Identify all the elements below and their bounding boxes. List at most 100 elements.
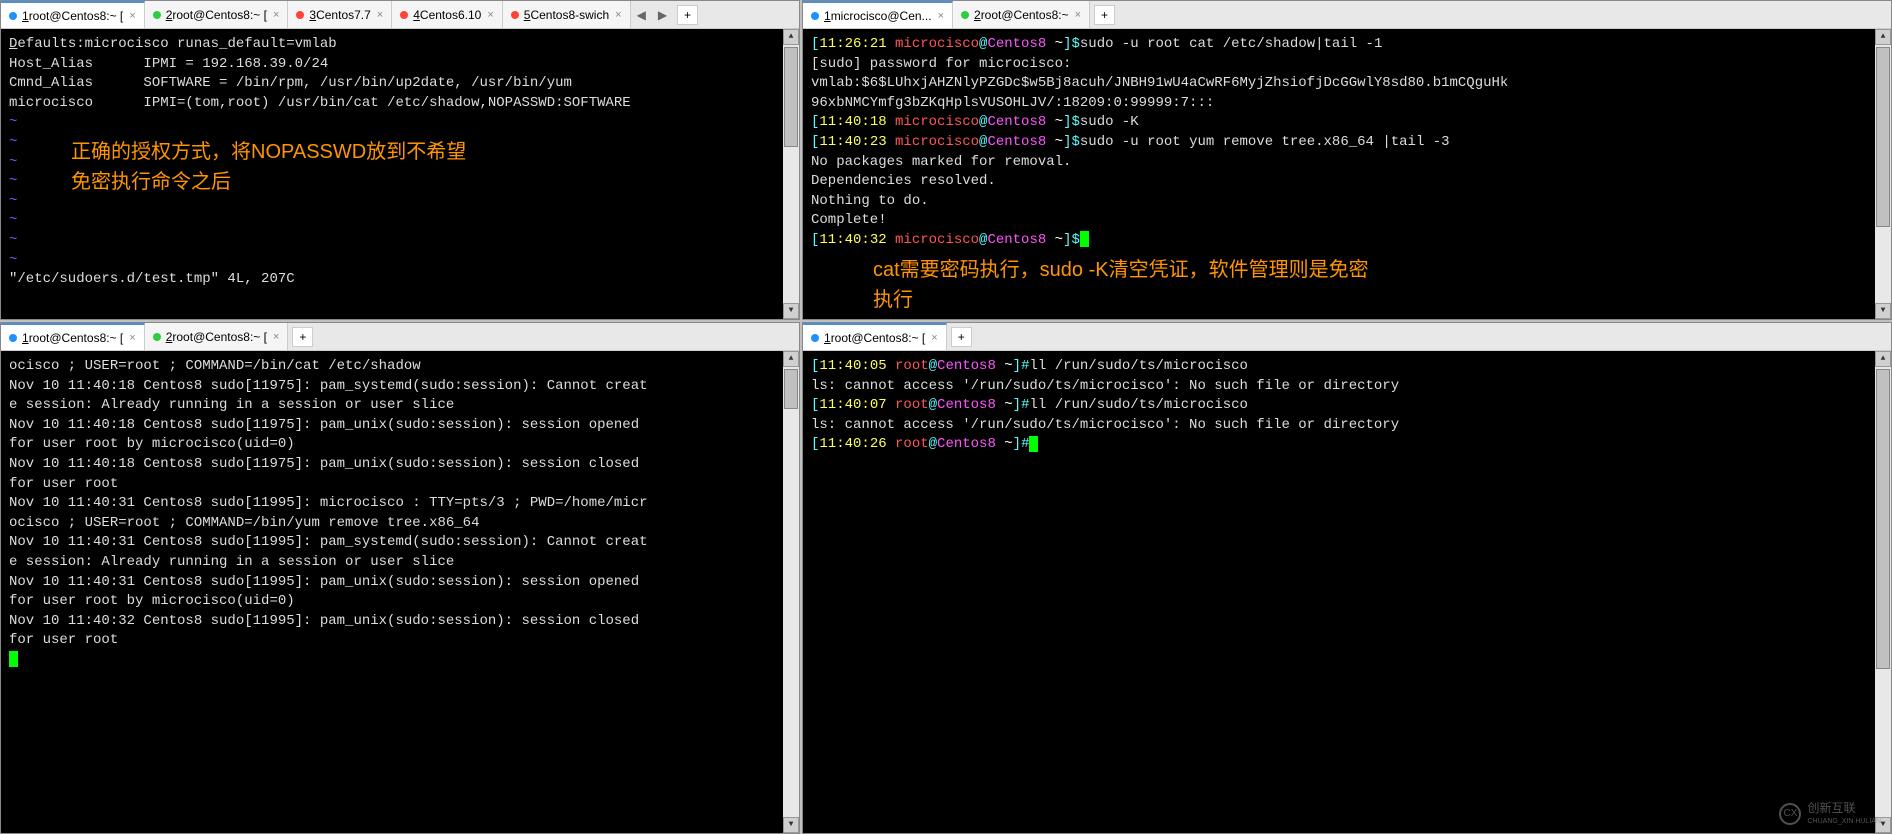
tab-4[interactable]: 5 Centos8-swich× <box>503 1 631 28</box>
status-dot-icon <box>511 11 519 19</box>
tab-0[interactable]: 1 microcisco@Cen... × <box>803 1 953 28</box>
text-segment: 11:40:05 <box>819 358 895 374</box>
terminal-line: [11:26:21 microcisco@Centos8 ~]$sudo -u … <box>811 35 1883 55</box>
text-segment: 11:40:18 <box>819 114 895 130</box>
scroll-up-icon[interactable]: ▲ <box>783 29 799 45</box>
scroll-up-icon[interactable]: ▲ <box>1875 29 1891 45</box>
new-tab-button[interactable]: + <box>951 327 972 347</box>
terminal-line: ls: cannot access '/run/sudo/ts/microcis… <box>811 377 1883 397</box>
tab-label: Centos7.7 <box>316 8 371 22</box>
tab-label: Centos6.10 <box>420 8 481 22</box>
scrollbar[interactable]: ▲ ▼ <box>783 29 799 319</box>
status-dot-icon <box>153 333 161 341</box>
annotation-text: cat需要密码执行，sudo -K清空凭证，软件管理则是免密执行 <box>873 255 1369 315</box>
text-segment: Host_Alias IPMI = 192.168.39.0/24 <box>9 56 328 72</box>
text-segment: e session: Already running in a session … <box>9 554 454 570</box>
tab-0[interactable]: 1 root@Centos8:~ [× <box>1 1 145 28</box>
text-segment: @ <box>929 397 937 413</box>
tab-nav-left[interactable]: ◀ <box>631 8 652 22</box>
close-icon[interactable]: × <box>129 332 135 344</box>
text-segment: ]$ <box>1063 134 1080 150</box>
tab-1[interactable]: 2 root@Centos8:~ [× <box>145 1 289 28</box>
status-dot-icon <box>9 334 17 342</box>
tab-hotkey: 1 <box>824 9 831 23</box>
text-segment: ]$ <box>1063 36 1080 52</box>
text-segment: ~ <box>1055 36 1063 52</box>
terminal-area[interactable]: [11:26:21 microcisco@Centos8 ~]$sudo -u … <box>803 29 1891 319</box>
tab-0[interactable]: 1 root@Centos8:~ [× <box>1 323 145 350</box>
scroll-thumb[interactable] <box>1876 369 1890 669</box>
text-segment: Nov 10 11:40:18 Centos8 sudo[11975]: pam… <box>9 456 639 472</box>
tab-hotkey: 1 <box>22 331 29 345</box>
tab-2[interactable]: 3 Centos7.7 × <box>288 1 392 28</box>
text-segment: @ <box>929 358 937 374</box>
scroll-thumb[interactable] <box>784 369 798 409</box>
new-tab-button[interactable]: + <box>1094 5 1115 25</box>
scroll-thumb[interactable] <box>1876 47 1890 227</box>
close-icon[interactable]: × <box>273 331 279 343</box>
close-icon[interactable]: × <box>487 9 493 21</box>
scroll-thumb[interactable] <box>784 47 798 147</box>
tab-label: microcisco@Cen... <box>831 9 932 23</box>
tab-1[interactable]: 2 root@Centos8:~ [× <box>145 323 289 350</box>
scroll-up-icon[interactable]: ▲ <box>1875 351 1891 367</box>
text-segment: ocisco ; USER=root ; COMMAND=/bin/yum re… <box>9 515 479 531</box>
terminal-line: Complete! <box>811 211 1883 231</box>
text-segment: 96xbNMCYmfg3bZKqHplsVUSOHLJV/:18209:0:99… <box>811 95 1214 111</box>
terminal-line: ~ <box>9 211 791 231</box>
new-tab-button[interactable]: + <box>677 5 698 25</box>
terminal-line: [11:40:32 microcisco@Centos8 ~]$ <box>811 231 1883 251</box>
close-icon[interactable]: × <box>615 9 621 21</box>
scroll-down-icon[interactable]: ▼ <box>783 303 799 319</box>
text-segment: ll /run/sudo/ts/microcisco <box>1029 358 1247 374</box>
text-segment: ~ <box>9 212 17 228</box>
text-segment: microcisco <box>895 134 979 150</box>
text-segment: sudo -K <box>1080 114 1139 130</box>
tab-0[interactable]: 1 root@Centos8:~ [× <box>803 323 947 350</box>
scroll-up-icon[interactable]: ▲ <box>783 351 799 367</box>
scrollbar[interactable]: ▲ ▼ <box>1875 351 1891 833</box>
terminal-line: vmlab:$6$LUhxjAHZNlyPZGDc$w5Bj8acuh/JNBH… <box>811 74 1883 94</box>
terminal-line: [11:40:23 microcisco@Centos8 ~]$sudo -u … <box>811 133 1883 153</box>
tab-label: Centos8-swich <box>530 8 609 22</box>
terminal-area[interactable]: ocisco ; USER=root ; COMMAND=/bin/cat /e… <box>1 351 799 833</box>
text-segment: @ <box>929 436 937 452</box>
terminal-area[interactable]: Defaults:microcisco runas_default=vmlabH… <box>1 29 799 319</box>
scroll-down-icon[interactable]: ▼ <box>783 817 799 833</box>
terminal-area[interactable]: [11:40:05 root@Centos8 ~]#ll /run/sudo/t… <box>803 351 1891 833</box>
close-icon[interactable]: × <box>273 9 279 21</box>
close-icon[interactable]: × <box>931 332 937 344</box>
text-segment: ~ <box>1055 232 1063 248</box>
terminal-line: ~ <box>9 251 791 271</box>
text-segment: "/etc/sudoers.d/test.tmp" 4L, 207C <box>9 271 295 287</box>
terminal-line: Nov 10 11:40:31 Centos8 sudo[11995]: pam… <box>9 533 791 553</box>
scrollbar[interactable]: ▲ ▼ <box>1875 29 1891 319</box>
tab-label: root@Centos8:~ [ <box>831 331 926 345</box>
close-icon[interactable]: × <box>1075 9 1081 21</box>
text-segment: Centos8 <box>987 36 1054 52</box>
text-segment: for user root by microcisco(uid=0) <box>9 593 295 609</box>
close-icon[interactable]: × <box>377 9 383 21</box>
scrollbar[interactable]: ▲ ▼ <box>783 351 799 833</box>
text-segment: sudo -u root cat /etc/shadow|tail -1 <box>1080 36 1382 52</box>
new-tab-button[interactable]: + <box>292 327 313 347</box>
text-segment: Cmnd_Alias SOFTWARE = /bin/rpm, /usr/bin… <box>9 75 572 91</box>
text-segment: ~ <box>1004 397 1012 413</box>
tab-nav-right[interactable]: ▶ <box>652 8 673 22</box>
text-segment: ~ <box>1055 114 1063 130</box>
terminal-line: [sudo] password for microcisco: <box>811 55 1883 75</box>
scroll-down-icon[interactable]: ▼ <box>1875 303 1891 319</box>
cursor-icon <box>9 651 18 667</box>
tab-3[interactable]: 4 Centos6.10× <box>392 1 503 28</box>
close-icon[interactable]: × <box>129 10 135 22</box>
terminal-line: ls: cannot access '/run/sudo/ts/microcis… <box>811 416 1883 436</box>
status-dot-icon <box>400 11 408 19</box>
close-icon[interactable]: × <box>938 10 944 22</box>
terminal-line: [11:40:07 root@Centos8 ~]#ll /run/sudo/t… <box>811 396 1883 416</box>
watermark: CX 创新互联CHUANG_XIN HULIAN <box>1779 800 1881 827</box>
terminal-line: Nov 10 11:40:32 Centos8 sudo[11995]: pam… <box>9 612 791 632</box>
tab-1[interactable]: 2 root@Centos8:~× <box>953 1 1090 28</box>
terminal-line: [11:40:26 root@Centos8 ~]# <box>811 435 1883 455</box>
text-segment: ~ <box>9 154 17 170</box>
tab-hotkey: 3 <box>309 8 316 22</box>
